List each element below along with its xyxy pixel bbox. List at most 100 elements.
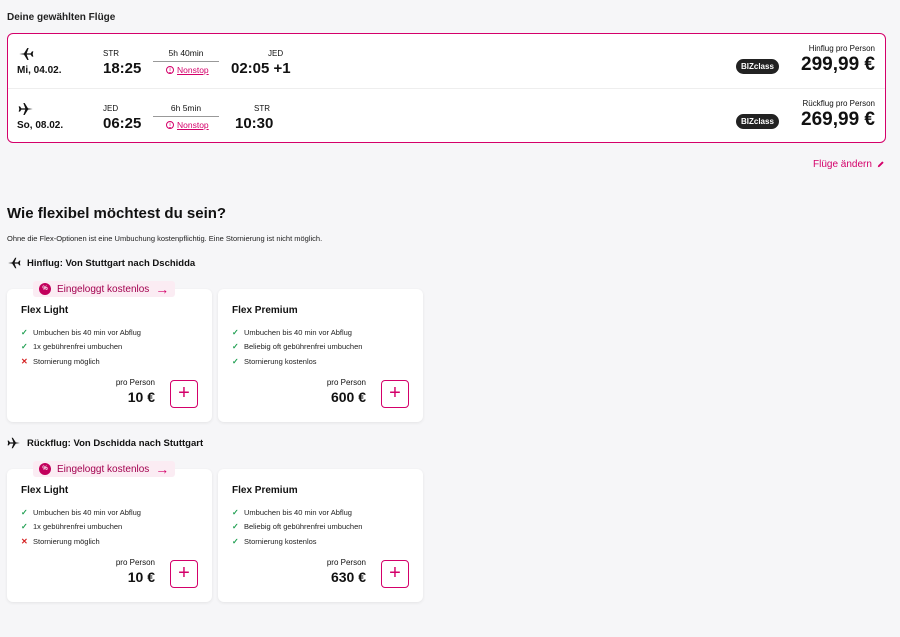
nonstop-label: Nonstop — [177, 120, 209, 130]
feature-text: Stornierung möglich — [33, 356, 100, 366]
option-price: 10 € — [127, 569, 155, 585]
per-person-label: pro Person — [326, 378, 366, 387]
percent-icon: % — [39, 463, 51, 475]
add-option-button[interactable]: + — [170, 560, 198, 588]
fare-badge: BIZclass — [736, 59, 779, 74]
check-icon: ✓ — [232, 356, 239, 366]
feature-text: Umbuchen bis 40 min vor Abflug — [244, 327, 352, 337]
duration-line — [153, 61, 219, 62]
check-icon: ✓ — [21, 327, 28, 337]
promo-text: Eingeloggt kostenlos — [57, 463, 150, 475]
change-flights-label: Flüge ändern — [813, 159, 872, 170]
promo-badge[interactable]: % Eingeloggt kostenlos → — [33, 281, 176, 297]
selected-flights-box: Mi, 04.02. STR 18:25 5h 40min i Nonstop … — [7, 33, 886, 143]
plane-landing-icon — [7, 437, 20, 449]
check-icon: ✓ — [232, 522, 239, 532]
cross-icon: ✕ — [21, 536, 28, 546]
feature-text: Beliebig oft gebührenfrei umbuchen — [244, 522, 363, 532]
flex-premium-card[interactable]: Flex Premium ✓ Umbuchen bis 40 min vor Ab… — [218, 469, 423, 602]
nonstop-link[interactable]: i Nonstop — [166, 65, 209, 75]
departure-time: 06:25 — [103, 115, 142, 132]
feature-item: ✓ Umbuchen bis 40 min vor Abflug — [21, 325, 141, 340]
feature-text: Stornierung kostenlos — [244, 536, 317, 546]
option-name: Flex Light — [21, 305, 69, 316]
add-option-button[interactable]: + — [381, 560, 409, 588]
arrival-time: 02:05 +1 — [231, 60, 291, 77]
plus-icon: + — [178, 382, 190, 404]
add-option-button[interactable]: + — [381, 380, 409, 408]
feature-item: ✓ Beliebig oft gebührenfrei umbuchen — [232, 520, 362, 535]
flex-light-card[interactable]: Flex Light ✓ Umbuchen bis 40 min vor Abfl… — [7, 469, 212, 602]
flex-heading: Wie flexibel möchtest du sein? — [7, 205, 227, 222]
feature-item: ✓ 1x gebührenfrei umbuchen — [21, 340, 141, 355]
add-option-button[interactable]: + — [170, 380, 198, 408]
flex-subtext: Ohne die Flex-Optionen ist eine Umbuchun… — [7, 234, 323, 243]
feature-item: ✓ Umbuchen bis 40 min vor Abflug — [21, 505, 141, 520]
price-label: Hinflug pro Person — [808, 44, 875, 53]
leg-title-text: Hinflug: Von Stuttgart nach Dschidda — [27, 257, 196, 269]
cross-icon: ✕ — [21, 356, 28, 366]
promo-text: Eingeloggt kostenlos — [57, 283, 150, 295]
feature-item: ✓ Beliebig oft gebührenfrei umbuchen — [232, 340, 362, 355]
arrival-code: JED — [268, 49, 284, 58]
flight-price: 269,99 € — [801, 109, 875, 130]
selected-flights-title: Deine gewählten Flüge — [7, 12, 116, 23]
check-icon: ✓ — [21, 522, 28, 532]
check-icon: ✓ — [21, 342, 28, 352]
plus-icon: + — [389, 382, 401, 404]
plane-takeoff-icon — [19, 48, 34, 60]
feature-item: ✓ Umbuchen bis 40 min vor Abflug — [232, 325, 362, 340]
flex-light-card[interactable]: Flex Light ✓ Umbuchen bis 40 min vor Abfl… — [7, 289, 212, 422]
flight-date: So, 08.02. — [17, 120, 64, 131]
duration-line — [153, 116, 219, 117]
leg-title-outbound: Hinflug: Von Stuttgart nach Dschidda — [7, 256, 195, 270]
arrow-right-icon: → — [155, 281, 170, 297]
feature-item: ✓ Umbuchen bis 40 min vor Abflug — [232, 505, 362, 520]
departure-time: 18:25 — [103, 60, 142, 77]
option-price: 630 € — [330, 569, 366, 585]
feature-list: ✓ Umbuchen bis 40 min vor Abflug ✓ 1x gebü… — [21, 325, 141, 369]
feature-list: ✓ Umbuchen bis 40 min vor Abflug ✓ Beliebi… — [232, 325, 362, 369]
plus-icon: + — [389, 562, 401, 584]
flight-duration: 5h 40min — [168, 48, 204, 58]
feature-item: ✕ Stornierung möglich — [21, 534, 141, 549]
nonstop-link[interactable]: i Nonstop — [166, 120, 209, 130]
leg-title-return: Rückflug: Von Dschidda nach Stuttgart — [7, 436, 203, 450]
nonstop-label: Nonstop — [177, 65, 209, 75]
plane-landing-icon — [18, 103, 33, 115]
option-price: 600 € — [330, 389, 366, 405]
per-person-label: pro Person — [115, 558, 155, 567]
fare-badge: BIZclass — [736, 114, 779, 129]
feature-text: Umbuchen bis 40 min vor Abflug — [244, 507, 352, 517]
check-icon: ✓ — [232, 536, 239, 546]
feature-item: ✓ 1x gebührenfrei umbuchen — [21, 520, 141, 535]
flex-premium-card[interactable]: Flex Premium ✓ Umbuchen bis 40 min vor Ab… — [218, 289, 423, 422]
flight-row-outbound: Mi, 04.02. STR 18:25 5h 40min i Nonstop … — [8, 34, 885, 88]
promo-badge[interactable]: % Eingeloggt kostenlos → — [33, 461, 176, 477]
percent-icon: % — [39, 283, 51, 295]
leg-title-text: Rückflug: Von Dschidda nach Stuttgart — [27, 437, 204, 449]
info-icon: i — [166, 66, 174, 74]
feature-text: Umbuchen bis 40 min vor Abflug — [33, 327, 141, 337]
check-icon: ✓ — [232, 507, 239, 517]
departure-code: STR — [103, 49, 119, 58]
feature-text: Stornierung kostenlos — [244, 356, 317, 366]
flight-row-return: So, 08.02. JED 06:25 6h 5min i Nonstop S… — [8, 88, 885, 142]
pencil-icon — [877, 161, 884, 168]
arrival-time: 10:30 — [235, 115, 274, 132]
plus-icon: + — [178, 562, 190, 584]
arrow-right-icon: → — [155, 461, 170, 477]
info-icon: i — [166, 121, 174, 129]
feature-list: ✓ Umbuchen bis 40 min vor Abflug ✓ Beliebi… — [232, 505, 362, 549]
feature-text: 1x gebührenfrei umbuchen — [33, 522, 123, 532]
feature-list: ✓ Umbuchen bis 40 min vor Abflug ✓ 1x gebü… — [21, 505, 141, 549]
option-name: Flex Premium — [232, 305, 298, 316]
flight-date: Mi, 04.02. — [17, 65, 62, 76]
per-person-label: pro Person — [326, 558, 366, 567]
feature-item: ✕ Stornierung möglich — [21, 354, 141, 369]
change-flights-link[interactable]: Flüge ändern — [813, 159, 885, 170]
check-icon: ✓ — [232, 342, 239, 352]
feature-item: ✓ Stornierung kostenlos — [232, 534, 362, 549]
option-price: 10 € — [127, 389, 155, 405]
price-label: Rückflug pro Person — [802, 99, 875, 108]
